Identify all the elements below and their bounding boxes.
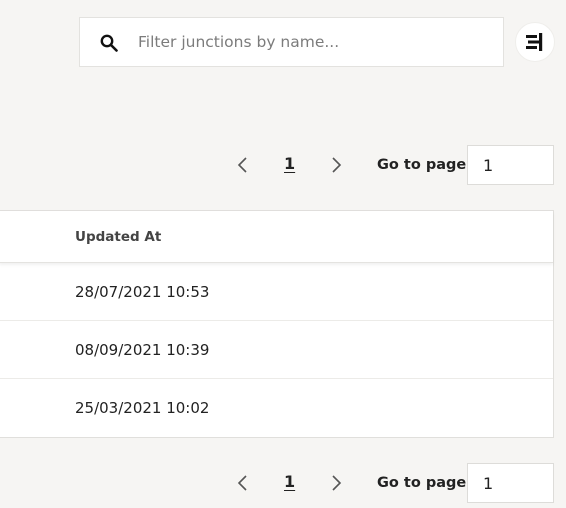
pagination-bottom: 1 Go to page bbox=[0, 463, 566, 503]
table-row[interactable]: 25/03/2021 10:02 bbox=[0, 379, 553, 437]
chevron-right-icon[interactable] bbox=[330, 474, 344, 492]
goto-page-input[interactable] bbox=[467, 145, 554, 185]
goto-page-input[interactable] bbox=[467, 463, 554, 503]
page-number-current[interactable]: 1 bbox=[284, 472, 295, 491]
cell-updated-at: 28/07/2021 10:53 bbox=[75, 283, 210, 301]
chevron-right-icon[interactable] bbox=[330, 156, 344, 174]
table-row[interactable]: 08/09/2021 10:39 bbox=[0, 321, 553, 379]
filter-button[interactable] bbox=[515, 22, 555, 62]
table-header: Updated At bbox=[0, 211, 553, 263]
cell-updated-at: 08/09/2021 10:39 bbox=[75, 341, 210, 359]
search-input[interactable] bbox=[138, 18, 488, 66]
chevron-left-icon[interactable] bbox=[235, 156, 249, 174]
search-icon bbox=[100, 34, 118, 52]
junctions-page: 1 Go to page Updated At 28/07/2021 10:53… bbox=[0, 0, 566, 508]
goto-page-label: Go to page bbox=[377, 475, 467, 491]
pagination-top: 1 Go to page bbox=[0, 145, 566, 185]
search-bar bbox=[79, 17, 504, 67]
chevron-left-icon[interactable] bbox=[235, 474, 249, 492]
page-number-current[interactable]: 1 bbox=[284, 154, 295, 173]
junctions-table: Updated At 28/07/2021 10:53 08/09/2021 1… bbox=[0, 210, 554, 438]
cell-updated-at: 25/03/2021 10:02 bbox=[75, 399, 210, 417]
goto-page-label: Go to page bbox=[377, 157, 467, 173]
column-header-updated-at[interactable]: Updated At bbox=[75, 229, 161, 245]
table-row[interactable]: 28/07/2021 10:53 bbox=[0, 263, 553, 321]
filter-icon bbox=[526, 33, 543, 51]
